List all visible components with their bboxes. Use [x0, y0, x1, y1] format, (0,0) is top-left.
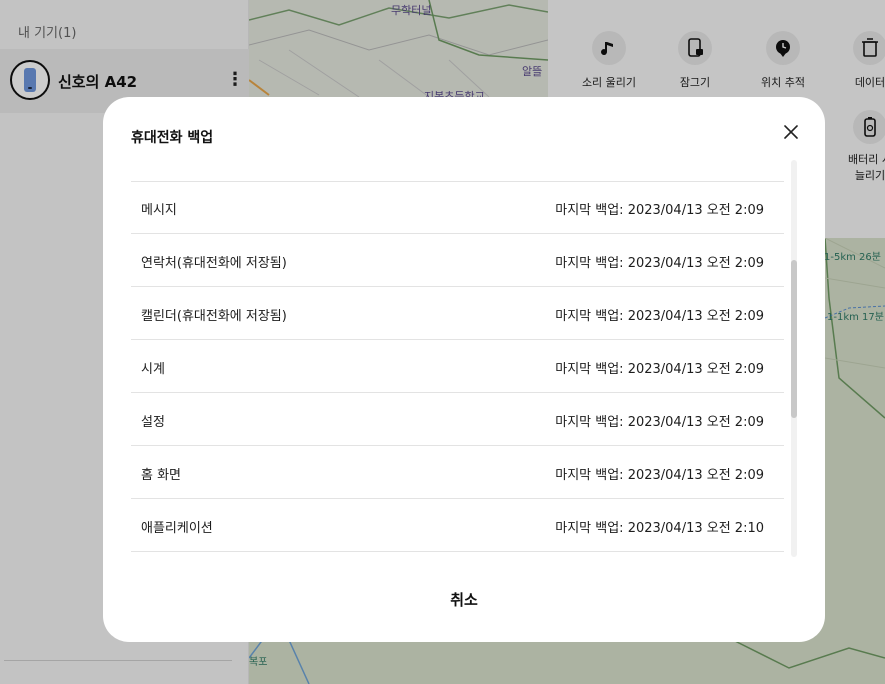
- list-item: 연락처(휴대전화에 저장됨) 마지막 백업: 2023/04/13 오전 2:0…: [131, 234, 784, 287]
- list-item: 캘린더(휴대전화에 저장됨) 마지막 백업: 2023/04/13 오전 2:0…: [131, 287, 784, 340]
- backup-item-date: 마지막 백업: 2023/04/13 오전 2:09: [555, 309, 764, 324]
- backup-item-name: 설정: [141, 415, 165, 430]
- list-item: 시계 마지막 백업: 2023/04/13 오전 2:09: [131, 340, 784, 393]
- backup-item-name: 캘린더(휴대전화에 저장됨): [141, 309, 287, 324]
- backup-item-name: 시계: [141, 362, 165, 377]
- list-item: 메시지 마지막 백업: 2023/04/13 오전 2:09: [131, 181, 784, 234]
- backup-item-name: 홈 화면: [141, 468, 182, 483]
- cancel-button[interactable]: 취소: [414, 585, 514, 615]
- backup-item-date: 마지막 백업: 2023/04/13 오전 2:09: [555, 362, 764, 377]
- list-item: 애플리케이션 마지막 백업: 2023/04/13 오전 2:10: [131, 499, 784, 552]
- list-scrollbar[interactable]: [791, 160, 797, 557]
- phone-backup-dialog: 휴대전화 백업 메시지 마지막 백업: 2023/04/13 오전 2:09 연…: [103, 97, 825, 642]
- backup-item-date: 마지막 백업: 2023/04/13 오전 2:10: [555, 521, 764, 536]
- dialog-title: 휴대전화 백업: [131, 130, 214, 146]
- backup-item-list[interactable]: 메시지 마지막 백업: 2023/04/13 오전 2:09 연락처(휴대전화에…: [131, 181, 784, 653]
- backup-item-date: 마지막 백업: 2023/04/13 오전 2:09: [555, 415, 764, 430]
- backup-item-name: 연락처(휴대전화에 저장됨): [141, 256, 287, 271]
- list-item: 설정 마지막 백업: 2023/04/13 오전 2:09: [131, 393, 784, 446]
- backup-item-date: 마지막 백업: 2023/04/13 오전 2:09: [555, 468, 764, 483]
- scrollbar-thumb[interactable]: [791, 260, 797, 418]
- close-icon[interactable]: [780, 121, 802, 143]
- backup-item-name: 메시지: [141, 203, 177, 218]
- list-item: 홈 화면 마지막 백업: 2023/04/13 오전 2:09: [131, 446, 784, 499]
- backup-item-date: 마지막 백업: 2023/04/13 오전 2:09: [555, 203, 764, 218]
- backup-item-name: 애플리케이션: [141, 521, 213, 536]
- backup-item-date: 마지막 백업: 2023/04/13 오전 2:09: [555, 256, 764, 271]
